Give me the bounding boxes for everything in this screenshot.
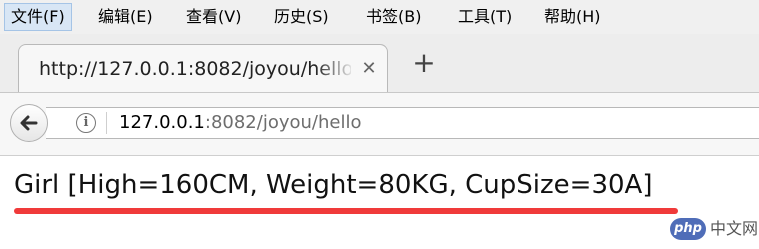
- close-tab-icon[interactable]: ✕: [359, 57, 379, 81]
- menu-bar: 文件(F) 编辑(E) 查看(V) 历史(S) 书签(B) 工具(T) 帮助(H…: [0, 0, 759, 34]
- menu-edit[interactable]: 编辑(E): [92, 3, 159, 31]
- url-path: :8082/joyou/hello: [204, 112, 362, 133]
- url-separator: [106, 112, 107, 134]
- menu-file[interactable]: 文件(F): [4, 3, 72, 31]
- menu-help[interactable]: 帮助(H): [538, 3, 607, 31]
- menu-tools[interactable]: 工具(T): [452, 3, 518, 31]
- php-logo-badge: php: [670, 218, 706, 240]
- watermark-text: 中文网: [710, 219, 759, 238]
- response-text: Girl [High=160CM, Weight=80KG, CupSize=3…: [14, 170, 653, 200]
- url-bar[interactable]: i 127.0.0.1:8082/joyou/hello: [46, 107, 759, 139]
- info-icon[interactable]: i: [76, 113, 96, 133]
- menu-view[interactable]: 查看(V): [180, 3, 247, 31]
- tab-title-fade: [315, 55, 355, 83]
- page-content: Girl [High=160CM, Weight=80KG, CupSize=3…: [0, 156, 759, 249]
- back-button[interactable]: [10, 104, 48, 142]
- red-underline: [14, 208, 678, 214]
- tab-active[interactable]: http://127.0.0.1:8082/joyou/hello ✕: [18, 44, 388, 92]
- navigation-bar: i 127.0.0.1:8082/joyou/hello: [0, 92, 759, 156]
- url-text[interactable]: 127.0.0.1:8082/joyou/hello: [119, 111, 361, 135]
- url-host: 127.0.0.1: [119, 112, 205, 133]
- menu-history[interactable]: 历史(S): [268, 3, 335, 31]
- tab-title: http://127.0.0.1:8082/joyou/hello: [39, 58, 351, 80]
- new-tab-button[interactable]: +: [410, 48, 438, 78]
- tab-strip: http://127.0.0.1:8082/joyou/hello ✕ +: [0, 34, 759, 92]
- back-arrow-icon: [20, 115, 38, 131]
- menu-bookmarks[interactable]: 书签(B): [360, 3, 427, 31]
- watermark-logo: php 中文网: [670, 216, 759, 242]
